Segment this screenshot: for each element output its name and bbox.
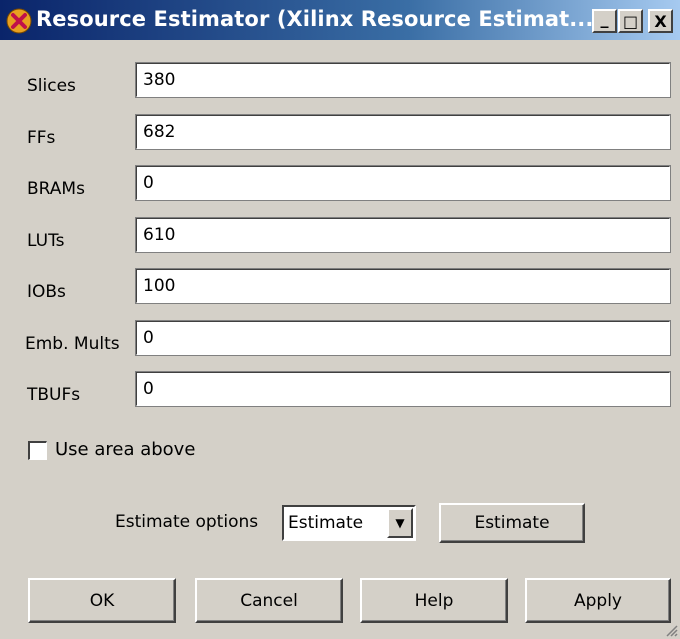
ok-button[interactable]: OK (28, 578, 176, 623)
close-button[interactable]: X (648, 9, 673, 33)
use-area-checkbox[interactable] (28, 441, 47, 460)
cancel-button-label: Cancel (240, 590, 298, 611)
maximize-button[interactable]: □ (618, 9, 643, 33)
apply-button[interactable]: Apply (525, 578, 671, 623)
brams-input[interactable] (135, 165, 671, 201)
estimate-options-value: Estimate (288, 513, 364, 533)
estimate-options-label: Estimate options (115, 512, 259, 532)
use-area-label: Use area above (55, 439, 196, 460)
estimate-options-select[interactable]: Estimate ▼ (282, 505, 416, 541)
estimate-button-label: Estimate (474, 513, 550, 533)
luts-input[interactable] (135, 217, 671, 253)
ok-button-label: OK (89, 590, 115, 611)
slices-input[interactable] (135, 62, 671, 98)
maximize-icon: □ (622, 11, 639, 31)
luts-label: LUTs (27, 231, 65, 251)
estimate-button[interactable]: Estimate (439, 503, 585, 543)
window-title: Resource Estimator (Xilinx Resource Esti… (36, 7, 594, 31)
minimize-icon: _ (600, 8, 609, 28)
emb-mults-label: Emb. Mults (25, 334, 120, 354)
title-bar[interactable]: Resource Estimator (Xilinx Resource Esti… (0, 0, 680, 40)
ffs-label: FFs (27, 128, 56, 148)
iobs-label: IOBs (27, 282, 66, 302)
close-icon: X (654, 11, 667, 31)
brams-label: BRAMs (27, 179, 85, 199)
minimize-button[interactable]: _ (592, 9, 617, 33)
tbufs-label: TBUFs (27, 385, 81, 405)
cancel-button[interactable]: Cancel (195, 578, 343, 623)
emb-mults-input[interactable] (135, 320, 671, 356)
dropdown-arrow-icon[interactable]: ▼ (387, 508, 413, 538)
slices-label: Slices (27, 76, 76, 96)
app-icon (6, 8, 32, 34)
apply-button-label: Apply (574, 590, 622, 611)
resize-grip-icon[interactable] (664, 623, 678, 637)
ffs-input[interactable] (135, 114, 671, 150)
iobs-input[interactable] (135, 268, 671, 304)
help-button-label: Help (414, 590, 454, 611)
help-button[interactable]: Help (360, 578, 508, 623)
tbufs-input[interactable] (135, 371, 671, 407)
